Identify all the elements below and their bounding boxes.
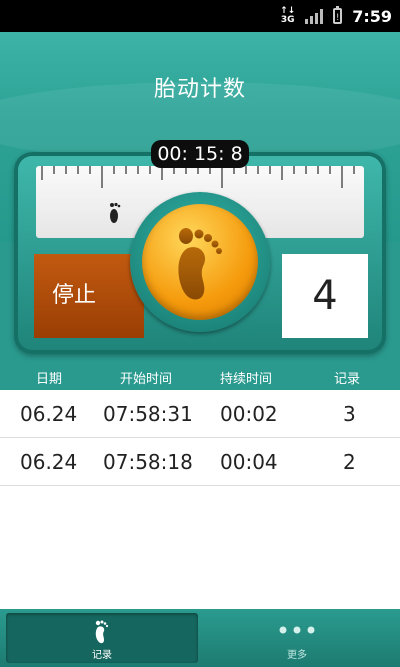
row-start: 07:58:31 <box>103 402 193 426</box>
status-icons: ↑↓ 3G ! 7:59 <box>280 0 392 32</box>
row-duration: 00:02 <box>220 402 278 426</box>
row-start: 07:58:18 <box>103 450 193 474</box>
row-record: 3 <box>343 402 356 426</box>
row-date: 06.24 <box>20 402 78 426</box>
counter-panel: 停止 4 <box>14 152 386 354</box>
records-list: 06.24 07:58:31 00:02 3 06.24 07:58:18 00… <box>0 390 400 609</box>
col-record: 记录 <box>334 372 361 387</box>
table-row[interactable]: 06.24 07:58:18 00:04 2 <box>0 438 400 486</box>
row-record: 2 <box>343 450 356 474</box>
bottom-nav: 记录 更多 <box>0 609 400 667</box>
signal-icon <box>305 8 324 24</box>
stop-button[interactable]: 停止 <box>34 254 144 338</box>
row-date: 06.24 <box>20 450 78 474</box>
foot-icon <box>178 228 222 300</box>
more-dots-icon <box>279 626 315 634</box>
kick-button-face[interactable] <box>142 204 258 320</box>
col-duration: 持续时间 <box>220 372 273 387</box>
col-date: 日期 <box>36 372 63 387</box>
tab-records-label: 记录 <box>92 650 112 661</box>
tab-more-label: 更多 <box>287 650 307 661</box>
table-row[interactable]: 06.24 07:58:31 00:02 3 <box>0 390 400 438</box>
status-clock: 7:59 <box>352 6 392 26</box>
page-title: 胎动计数 <box>153 77 246 102</box>
tab-more[interactable]: 更多 <box>200 613 394 663</box>
network-type: 3G <box>280 15 295 25</box>
kick-button[interactable] <box>130 192 270 332</box>
kick-count: 4 <box>282 254 368 338</box>
network-indicator: ↑↓ 3G <box>280 6 296 25</box>
battery-icon: ! <box>333 6 343 24</box>
small-foot-icon <box>110 202 121 223</box>
tab-records[interactable]: 记录 <box>6 613 198 663</box>
session-timer: 00: 15: 8 <box>151 140 249 168</box>
row-duration: 00:04 <box>220 450 278 474</box>
col-start-time: 开始时间 <box>120 372 173 387</box>
status-bar: ↑↓ 3G ! 7:59 <box>0 0 400 32</box>
foot-icon <box>95 620 109 644</box>
table-header: 日期 开始时间 持续时间 记录 <box>0 362 400 390</box>
